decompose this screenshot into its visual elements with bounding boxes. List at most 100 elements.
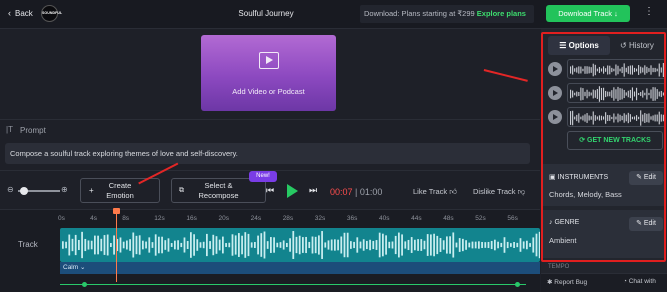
select-recompose-icon: ⧉ [179, 187, 184, 194]
prompt-input[interactable]: Compose a soulful track exploring themes… [5, 143, 530, 164]
time-tick: 36s [346, 215, 358, 222]
brand-logo: SOUNDFUL [41, 5, 62, 22]
video-area: Add Video or Podcast [0, 29, 540, 113]
get-new-tracks-label: GET NEW TRACKS [587, 137, 651, 144]
play-track-2-icon[interactable] [548, 86, 562, 100]
waveform-graphic [62, 231, 540, 259]
time-tick: 48s [443, 215, 454, 222]
zoom-out-icon[interactable]: ⊖ [7, 185, 14, 194]
time-tick: 8s [122, 215, 130, 222]
genre-section: ♪ GENRE ✎ Edit Ambient [543, 210, 665, 258]
time-total: 01:00 [359, 187, 383, 197]
video-file-icon [259, 52, 279, 69]
track-handle-end[interactable] [515, 282, 520, 287]
time-tick: 16s [186, 215, 197, 222]
playhead-handle[interactable] [113, 208, 121, 214]
like-label: Like Track [413, 187, 448, 196]
chevron-down-icon: ⌄ [79, 264, 86, 271]
playhead[interactable] [113, 208, 121, 282]
project-title[interactable]: Soulful Journey [232, 9, 300, 18]
tab-options-label: Options [568, 41, 599, 50]
instruments-value: Chords, Melody, Bass [549, 190, 622, 199]
chat-label: Chat with [628, 278, 656, 285]
back-label: Back [15, 8, 33, 18]
panel-footer: ✱ Report Bug ◔ Chat with [541, 273, 667, 292]
sliders-icon: ☰ [559, 41, 569, 50]
skip-forward-icon[interactable]: ⏭ [309, 185, 317, 196]
track-option-waveform-1[interactable] [567, 59, 666, 79]
track-waveform[interactable] [60, 228, 540, 262]
time-tick: 52s [475, 215, 486, 222]
edit-genre-button[interactable]: ✎ Edit [629, 217, 663, 231]
time-tick: 44s [411, 215, 422, 222]
dislike-label: Dislike Track [473, 187, 516, 196]
explore-plans-link[interactable]: Explore plans [477, 9, 526, 18]
pencil-icon: ✎ [636, 220, 644, 227]
track-handle-start[interactable] [82, 282, 87, 287]
time-tick: 32s [314, 215, 326, 222]
track-option-3[interactable] [548, 107, 666, 127]
like-track-button[interactable]: Like Track 👍︎ [413, 187, 457, 197]
zoom-in-icon[interactable]: ⊕ [61, 185, 68, 194]
tab-options[interactable]: ☰ Options [548, 36, 610, 55]
instruments-title-text: INSTRUMENTS [557, 174, 609, 181]
add-video-card[interactable]: Add Video or Podcast [201, 35, 336, 111]
edit-label: Edit [643, 174, 656, 181]
chevron-left-icon: ‹ [8, 8, 11, 18]
thumbs-down-icon: 👎︎ [517, 187, 526, 196]
more-options-icon[interactable]: ⋮ [644, 6, 654, 17]
genre-title-text: GENRE [554, 219, 580, 226]
history-icon: ↺ [620, 41, 629, 50]
top-bar: ‹ Back SOUNDFUL Soulful Journey Download… [0, 0, 667, 29]
prompt-heading: Prompt [20, 126, 46, 135]
select-recompose-line2: Recompose [198, 191, 239, 200]
select-recompose-line1: Select & [204, 181, 233, 190]
instruments-icon: ▣ [549, 174, 558, 181]
time-tick: 0s [58, 215, 65, 222]
pencil-icon: ✎ [636, 174, 644, 181]
skip-back-icon[interactable]: ⏮ [266, 185, 274, 196]
dislike-track-button[interactable]: Dislike Track 👎︎ [473, 187, 525, 197]
track-option-2[interactable] [548, 83, 666, 103]
play-track-3-icon[interactable] [548, 110, 562, 124]
track-option-1[interactable] [548, 59, 666, 79]
time-tick: 40s [379, 215, 390, 222]
time-separator: | [355, 187, 358, 197]
create-emotion-button[interactable]: + Create Emotion [80, 178, 160, 203]
track-label: Track [18, 240, 38, 249]
report-bug-button[interactable]: ✱ Report Bug [547, 278, 587, 286]
back-button[interactable]: ‹ Back [8, 8, 33, 18]
add-video-label: Add Video or Podcast [232, 87, 305, 96]
refresh-icon: ⟳ [579, 137, 588, 144]
zoom-slider-knob[interactable] [20, 187, 29, 195]
time-display: 00:07 | 01:00 [330, 187, 382, 197]
download-label: Download Track [558, 9, 612, 18]
thumbs-up-icon: 👍︎ [449, 187, 458, 196]
track-option-waveform-3[interactable] [567, 107, 666, 127]
plus-icon: + [89, 186, 94, 195]
track-option-waveform-2[interactable] [567, 83, 666, 103]
new-badge: New! [249, 171, 277, 182]
secondary-track[interactable] [60, 282, 526, 292]
time-current: 00:07 [330, 187, 353, 197]
time-tick: 28s [282, 215, 294, 222]
time-tick: 4s [90, 215, 97, 222]
chat-button[interactable]: ◔ Chat with [623, 278, 656, 285]
promo-banner: Download: Plans starting at ₹299 Explore… [360, 5, 534, 23]
download-track-button[interactable]: Download Track ↓ [546, 5, 630, 22]
get-new-tracks-button[interactable]: ⟳ GET NEW TRACKS [567, 131, 663, 150]
play-icon[interactable] [287, 184, 298, 198]
report-bug-label: Report Bug [554, 279, 588, 286]
emotion-segment[interactable]: Calm ⌄ [60, 262, 540, 274]
tab-history[interactable]: ↺ History [616, 36, 667, 55]
zoom-slider[interactable] [18, 187, 60, 195]
emotion-label: Calm [63, 264, 79, 271]
time-tick: 56s [507, 215, 518, 222]
tab-history-label: History [628, 41, 654, 50]
instruments-section: ▣ INSTRUMENTS ✎ Edit Chords, Melody, Bas… [543, 164, 665, 206]
edit-instruments-button[interactable]: ✎ Edit [629, 171, 663, 185]
time-tick: 24s [250, 215, 262, 222]
prompt-header: |T Prompt [0, 119, 540, 139]
play-track-1-icon[interactable] [548, 62, 562, 76]
tempo-title: TEMPO [548, 264, 570, 270]
